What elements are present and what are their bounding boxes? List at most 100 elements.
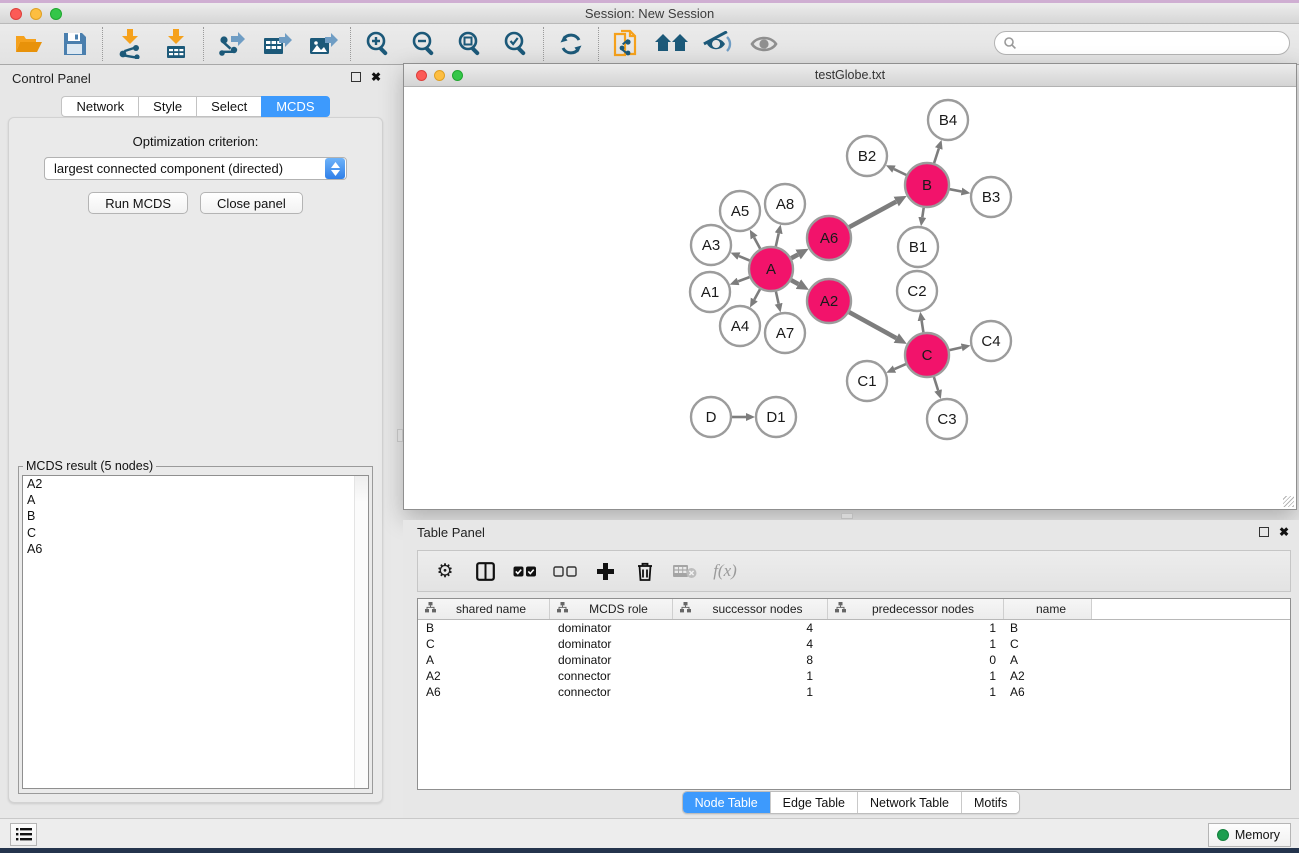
birds-eye-view-icon[interactable]: [745, 27, 783, 61]
node-table[interactable]: shared nameMCDS rolesuccessor nodesprede…: [417, 598, 1291, 790]
graph-edge-C-C2[interactable]: [922, 321, 924, 333]
tab-node-table[interactable]: Node Table: [683, 792, 771, 813]
table-cell[interactable]: 1: [673, 684, 828, 700]
graph-edge-A2-C[interactable]: [849, 312, 896, 338]
graph-edge-A-A7[interactable]: [776, 292, 779, 304]
open-file-icon[interactable]: [10, 27, 48, 61]
table-cell[interactable]: B: [1004, 620, 1092, 636]
table-cell[interactable]: B: [418, 620, 550, 636]
table-row[interactable]: Cdominator41C: [418, 636, 1290, 652]
graph-edge-C-C1[interactable]: [895, 364, 906, 369]
tab-motifs[interactable]: Motifs: [962, 792, 1019, 813]
graph-edge-B-B2[interactable]: [894, 169, 906, 175]
search-field[interactable]: [994, 31, 1290, 55]
graph-edge-A-A8[interactable]: [776, 233, 779, 246]
table-cell[interactable]: C: [418, 636, 550, 652]
import-network-from-file-icon[interactable]: [111, 27, 149, 61]
graph-edge-A-A6[interactable]: [791, 255, 798, 259]
graph-edge-C-C4[interactable]: [950, 347, 962, 350]
result-list-scrollbar[interactable]: [354, 476, 368, 788]
column-header[interactable]: predecessor nodes: [828, 599, 1004, 619]
export-image-icon[interactable]: [304, 27, 342, 61]
table-cell[interactable]: A: [418, 652, 550, 668]
mcds-result-list[interactable]: A2ABCA6: [22, 475, 369, 789]
select-all-icon[interactable]: [512, 556, 538, 586]
graph-edge-A-A4[interactable]: [754, 289, 760, 299]
horizontal-splitter-handle[interactable]: [841, 513, 853, 519]
zoom-in-icon[interactable]: [359, 27, 397, 61]
column-header[interactable]: MCDS role: [550, 599, 673, 619]
close-panel-button[interactable]: Close panel: [200, 192, 303, 214]
mcds-result-item[interactable]: A6: [23, 541, 368, 557]
zoom-out-icon[interactable]: [405, 27, 443, 61]
table-cell[interactable]: connector: [550, 684, 673, 700]
table-cell[interactable]: connector: [550, 668, 673, 684]
delete-table-icon[interactable]: [672, 556, 698, 586]
column-header[interactable]: shared name: [418, 599, 550, 619]
memory-button[interactable]: Memory: [1208, 823, 1291, 847]
table-cell[interactable]: 0: [828, 652, 1004, 668]
table-cell[interactable]: 4: [673, 620, 828, 636]
open-session-icon[interactable]: [607, 27, 645, 61]
tab-network[interactable]: Network: [61, 96, 138, 117]
table-cell[interactable]: A6: [418, 684, 550, 700]
hide-graphics-details-icon[interactable]: [699, 27, 737, 61]
criterion-dropdown[interactable]: largest connected component (directed): [44, 157, 347, 180]
table-cell[interactable]: 1: [828, 684, 1004, 700]
table-cell[interactable]: 1: [828, 620, 1004, 636]
mcds-result-item[interactable]: B: [23, 508, 368, 524]
table-cell[interactable]: A2: [1004, 668, 1092, 684]
table-cell[interactable]: dominator: [550, 636, 673, 652]
table-cell[interactable]: 1: [828, 636, 1004, 652]
refresh-icon[interactable]: [552, 27, 590, 61]
table-row[interactable]: A6connector11A6: [418, 684, 1290, 700]
graph-edge-B-B3[interactable]: [950, 189, 962, 191]
table-cell[interactable]: A6: [1004, 684, 1092, 700]
close-table-panel-icon[interactable]: ✖: [1279, 527, 1289, 537]
table-cell[interactable]: 1: [673, 668, 828, 684]
tab-select[interactable]: Select: [196, 96, 261, 117]
column-header[interactable]: successor nodes: [673, 599, 828, 619]
float-panel-icon[interactable]: [351, 72, 361, 82]
search-input[interactable]: [1017, 33, 1289, 53]
task-history-button[interactable]: [10, 823, 37, 846]
add-column-icon[interactable]: [592, 556, 618, 586]
export-network-icon[interactable]: [212, 27, 250, 61]
graph-edge-B-B4[interactable]: [934, 149, 939, 164]
graph-edge-A-A3[interactable]: [739, 256, 750, 260]
save-session-icon[interactable]: [56, 27, 94, 61]
zoom-fit-content-icon[interactable]: [451, 27, 489, 61]
run-mcds-button[interactable]: Run MCDS: [88, 192, 188, 214]
delete-column-icon[interactable]: [632, 556, 658, 586]
home-icon[interactable]: [653, 27, 691, 61]
table-cell[interactable]: 8: [673, 652, 828, 668]
table-cell[interactable]: C: [1004, 636, 1092, 652]
table-cell[interactable]: dominator: [550, 620, 673, 636]
network-canvas[interactable]: B4B2BB3A8A5A6A3B1AA1C2A2A4A7C4CC1C3DD1: [404, 87, 1296, 509]
export-table-icon[interactable]: [258, 27, 296, 61]
close-panel-icon[interactable]: ✖: [371, 72, 381, 82]
table-cell[interactable]: 1: [828, 668, 1004, 684]
mcds-result-item[interactable]: A2: [23, 476, 368, 492]
function-builder-icon[interactable]: f(x): [712, 556, 738, 586]
table-row[interactable]: Adominator80A: [418, 652, 1290, 668]
show-column-icon[interactable]: [472, 556, 498, 586]
table-row[interactable]: A2connector11A2: [418, 668, 1290, 684]
float-table-panel-icon[interactable]: [1259, 527, 1269, 537]
graph-edge-A-A5[interactable]: [754, 238, 760, 249]
graph-edge-C-C3[interactable]: [934, 377, 938, 390]
mcds-result-item[interactable]: A: [23, 492, 368, 508]
mcds-result-item[interactable]: C: [23, 525, 368, 541]
graph-edge-A-A1[interactable]: [738, 277, 749, 281]
deselect-all-icon[interactable]: [552, 556, 578, 586]
tab-mcds[interactable]: MCDS: [261, 96, 329, 117]
import-table-from-file-icon[interactable]: [157, 27, 195, 61]
graph-edge-A-A2[interactable]: [791, 280, 798, 284]
tab-style[interactable]: Style: [138, 96, 196, 117]
window-resize-grip[interactable]: [1283, 496, 1294, 507]
table-cell[interactable]: dominator: [550, 652, 673, 668]
vertical-splitter-handle[interactable]: [397, 429, 403, 442]
column-header[interactable]: name: [1004, 599, 1092, 619]
tab-edge-table[interactable]: Edge Table: [771, 792, 858, 813]
table-cell[interactable]: A: [1004, 652, 1092, 668]
